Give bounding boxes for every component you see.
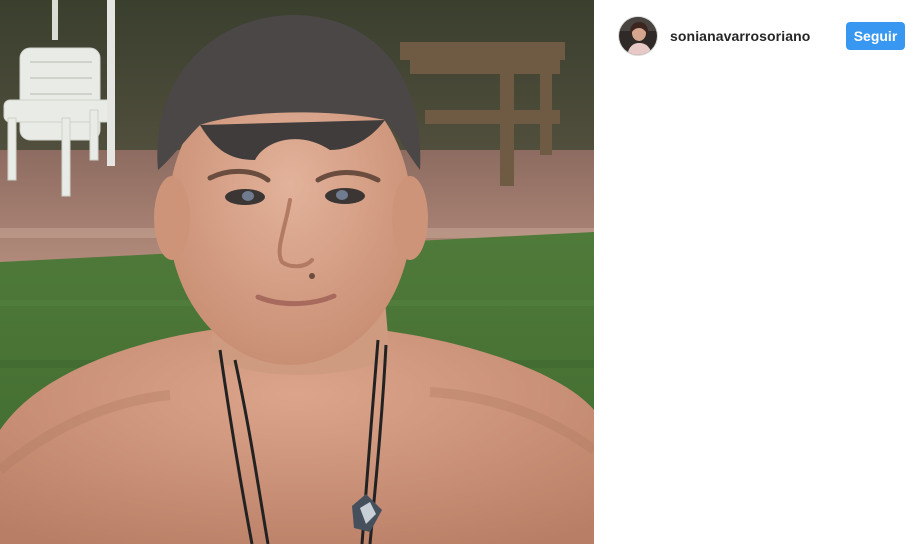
post-sidebar: sonianavarrosoriano Seguir (594, 0, 920, 544)
post-viewer: sonianavarrosoriano Seguir (0, 0, 920, 544)
follow-button[interactable]: Seguir (846, 22, 905, 50)
post-photo[interactable] (0, 0, 594, 544)
author-avatar[interactable] (618, 16, 658, 56)
author-username[interactable]: sonianavarrosoriano (670, 28, 810, 44)
